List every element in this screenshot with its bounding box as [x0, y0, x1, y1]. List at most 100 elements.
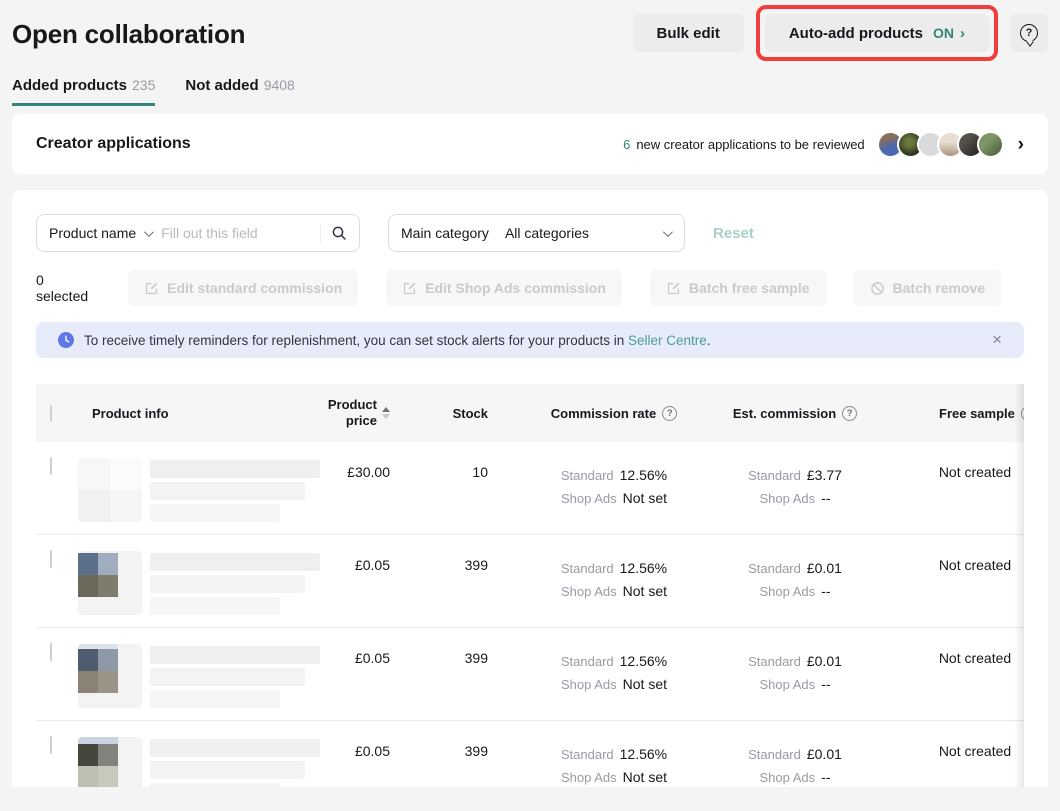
- avatar: [977, 131, 1004, 158]
- edit-standard-commission-button[interactable]: Edit standard commission: [128, 270, 358, 306]
- creator-applications-summary: 6 new creator applications to be reviewe…: [623, 131, 1024, 158]
- creator-applications-title: Creator applications: [36, 135, 191, 153]
- tab-count: 235: [132, 77, 155, 93]
- price-value: £0.05: [355, 743, 390, 759]
- new-applications-message: new creator applications to be reviewed: [636, 137, 864, 152]
- stock-value: 399: [465, 743, 488, 759]
- highlight-annotation-box: Auto-add products ON ›: [756, 5, 998, 61]
- free-sample-status: Not created: [939, 743, 1011, 759]
- auto-add-state: ON: [933, 25, 954, 41]
- clock-icon: [58, 332, 74, 348]
- reset-button[interactable]: Reset: [713, 225, 754, 242]
- filter-row: Product name Fill out this field Main ca…: [36, 214, 1024, 252]
- category-label: Main category: [401, 225, 489, 241]
- row-checkbox[interactable]: [50, 736, 52, 754]
- table-row: £0.05 399 Standard12.56% Shop AdsNot set…: [36, 535, 1024, 628]
- close-icon[interactable]: ×: [984, 330, 1010, 350]
- est-commission-cell: Standard£3.77 Shop Ads--: [716, 464, 896, 510]
- commission-rate-cell: Standard12.56% Shop AdsNot set: [492, 650, 716, 696]
- auto-add-products-button[interactable]: Auto-add products ON ›: [765, 14, 989, 52]
- edit-icon: [402, 281, 417, 296]
- help-icon[interactable]: ?: [662, 406, 677, 421]
- sort-icon[interactable]: [382, 407, 390, 419]
- help-icon[interactable]: ?: [1021, 406, 1024, 421]
- product-image: [78, 551, 142, 615]
- avatar-group: [877, 131, 1004, 158]
- commission-rate-cell: Standard12.56% Shop AdsNot set: [492, 743, 716, 787]
- header-actions: Bulk edit Auto-add products ON › ?: [633, 14, 1049, 61]
- est-commission-cell: Standard£0.01 Shop Ads--: [716, 557, 896, 603]
- product-image: [78, 644, 142, 708]
- column-product-info: Product info: [78, 406, 332, 421]
- stock-value: 10: [472, 464, 488, 480]
- price-value: £0.05: [355, 557, 390, 573]
- table-row: £0.05 399 Standard12.56% Shop AdsNot set…: [36, 721, 1024, 787]
- row-checkbox[interactable]: [50, 643, 52, 661]
- products-table: Product info Productprice Stock Commissi…: [36, 384, 1024, 787]
- select-all-checkbox[interactable]: [50, 405, 52, 422]
- commission-rate-cell: Standard12.56% Shop AdsNot set: [492, 557, 716, 603]
- bulk-edit-button[interactable]: Bulk edit: [633, 14, 744, 52]
- page-title: Open collaboration: [12, 14, 245, 50]
- search-field-selector[interactable]: Product name: [49, 225, 136, 241]
- product-name-redacted: [150, 737, 320, 787]
- edit-icon: [666, 281, 681, 296]
- divider: [320, 224, 321, 242]
- price-value: £30.00: [347, 464, 390, 480]
- stock-value: 399: [465, 650, 488, 666]
- tab-bar: Added products 235 Not added 9408: [0, 77, 1060, 106]
- table-header-row: Product info Productprice Stock Commissi…: [36, 384, 1024, 442]
- main-category-combo[interactable]: Main category All categories: [388, 214, 685, 252]
- free-sample-status: Not created: [939, 464, 1011, 480]
- product-name-redacted: [150, 551, 320, 615]
- page-header: Open collaboration Bulk edit Auto-add pr…: [0, 0, 1060, 61]
- table-row: £30.00 10 Standard12.56% Shop AdsNot set…: [36, 442, 1024, 535]
- column-free-sample: Free sample ?: [896, 406, 1022, 421]
- batch-free-sample-button[interactable]: Batch free sample: [650, 270, 826, 306]
- tab-added-products[interactable]: Added products 235: [12, 77, 155, 106]
- chevron-right-icon[interactable]: ›: [1018, 135, 1024, 154]
- edit-icon: [144, 281, 159, 296]
- product-search-combo[interactable]: Product name Fill out this field: [36, 214, 360, 252]
- row-checkbox[interactable]: [50, 550, 52, 568]
- seller-centre-link[interactable]: Seller Centre: [628, 333, 707, 348]
- product-name-redacted: [150, 644, 320, 708]
- help-icon[interactable]: ?: [842, 406, 857, 421]
- stock-alert-notice: To receive timely reminders for replenis…: [36, 322, 1024, 358]
- row-checkbox[interactable]: [50, 457, 52, 475]
- question-pin-icon: ?: [1020, 24, 1038, 42]
- tab-count: 9408: [264, 77, 295, 93]
- product-image: [78, 458, 142, 522]
- product-name-redacted: [150, 458, 320, 522]
- category-value: All categories: [505, 225, 655, 241]
- product-image: [78, 737, 142, 787]
- est-commission-cell: Standard£0.01 Shop Ads--: [716, 650, 896, 696]
- products-panel: Product name Fill out this field Main ca…: [12, 190, 1048, 787]
- column-est-commission: Est. commission ?: [716, 406, 896, 421]
- column-product-price[interactable]: Productprice: [332, 397, 402, 429]
- est-commission-cell: Standard£0.01 Shop Ads--: [716, 743, 896, 787]
- price-value: £0.05: [355, 650, 390, 666]
- tab-not-added[interactable]: Not added 9408: [185, 77, 295, 106]
- free-sample-status: Not created: [939, 650, 1011, 666]
- chevron-down-icon: [144, 227, 154, 237]
- commission-rate-cell: Standard12.56% Shop AdsNot set: [492, 464, 716, 510]
- chevron-down-icon: [663, 227, 673, 237]
- batch-remove-button[interactable]: Batch remove: [854, 270, 1002, 306]
- search-icon[interactable]: [331, 225, 347, 241]
- chevron-right-icon: ›: [960, 25, 965, 42]
- batch-action-bar: 0 selected Edit standard commission Edit…: [36, 270, 1024, 306]
- ban-icon: [870, 281, 885, 296]
- help-button[interactable]: ?: [1010, 14, 1048, 52]
- creator-applications-card[interactable]: Creator applications 6 new creator appli…: [12, 114, 1048, 174]
- notice-text: To receive timely reminders for replenis…: [84, 333, 711, 348]
- selected-count: 0 selected: [36, 272, 88, 304]
- new-applications-count: 6: [623, 137, 630, 152]
- column-stock: Stock: [402, 406, 492, 421]
- column-commission-rate: Commission rate ?: [492, 406, 716, 421]
- stock-value: 399: [465, 557, 488, 573]
- edit-shop-ads-commission-button[interactable]: Edit Shop Ads commission: [386, 270, 622, 306]
- search-input[interactable]: Fill out this field: [161, 225, 310, 241]
- table-row: £0.05 399 Standard12.56% Shop AdsNot set…: [36, 628, 1024, 721]
- free-sample-status: Not created: [939, 557, 1011, 573]
